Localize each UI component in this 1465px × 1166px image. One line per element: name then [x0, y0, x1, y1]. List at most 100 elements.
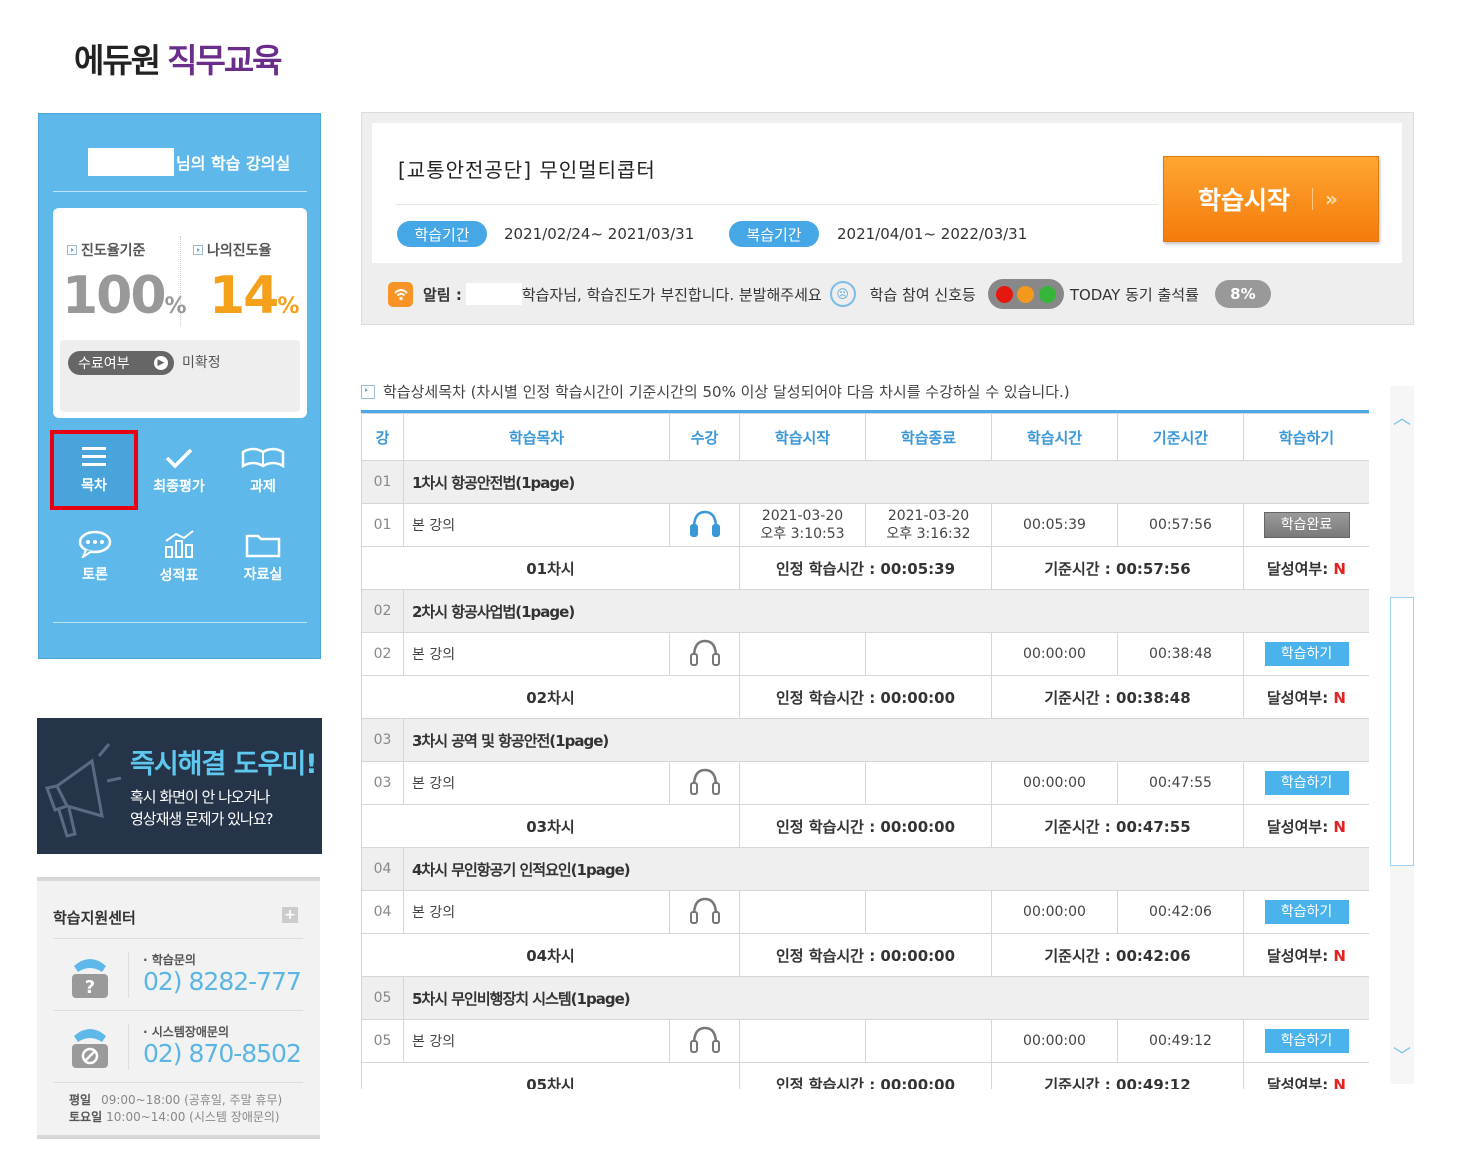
action-cell: 학습하기: [1243, 632, 1369, 676]
headphone-icon: [689, 1026, 720, 1053]
summary-label: 04차시: [361, 933, 740, 977]
menu-discussion-button[interactable]: 토론: [52, 522, 138, 592]
summary-row: 02차시 인정 학습시간 : 00:00:00 기준시간 : 00:38:48 달성여…: [361, 675, 1369, 719]
check-icon: [165, 448, 193, 469]
std-progress-label-wrap: 진도율기준: [67, 240, 145, 260]
achievement-status: 달성여부: N: [1243, 1062, 1369, 1089]
end-time-cell: [865, 1019, 992, 1063]
study-button[interactable]: 학습하기: [1264, 771, 1349, 795]
megaphone-icon: [44, 743, 122, 838]
banner-title: 즉시해결 도우미!: [130, 749, 318, 780]
detail-section-title: 학습상세목차 (차시별 인정 학습시간이 기준시간의 50% 이상 달성되어야 …: [361, 381, 1070, 402]
start-time-cell: [739, 890, 866, 934]
chart-icon: [165, 530, 194, 558]
study-time-cell: 00:00:00: [991, 761, 1118, 805]
menu-toc-button[interactable]: 목차: [50, 430, 138, 510]
end-time-cell: [865, 632, 992, 676]
menu-final-exam-label: 최종평가: [153, 479, 205, 495]
completion-status-button[interactable]: 수료여부 ▶: [68, 351, 174, 375]
start-learning-button[interactable]: 학습시작 »: [1163, 156, 1379, 242]
end-time-cell: [865, 761, 992, 805]
section-name: 5차시 무인비행장치 시스템(1page): [403, 976, 1369, 1020]
divider: [53, 1082, 303, 1083]
chevron-up-icon[interactable]: ︿: [1393, 404, 1411, 429]
lecture-row: 05 본 강의 00:00:00 00:49:12 학습하기: [361, 1019, 1369, 1063]
section-row: 05 5차시 무인비행장치 시스템(1page): [361, 976, 1369, 1020]
study-button[interactable]: 학습하기: [1264, 900, 1349, 924]
list-icon: [82, 447, 106, 466]
study-button[interactable]: 학습하기: [1264, 642, 1349, 666]
plus-icon[interactable]: +: [282, 907, 298, 923]
end-time-cell: [865, 890, 992, 934]
sad-face-icon: ☹: [829, 281, 856, 307]
wifi-icon: [388, 281, 413, 307]
menu-library-button[interactable]: 자료실: [220, 522, 306, 592]
section-row: 04 4차시 무인항공기 인적요인(1page): [361, 847, 1369, 891]
masked-user-name: [465, 283, 522, 305]
section-name: 1차시 항공안전법(1page): [403, 460, 1369, 504]
action-cell: 학습하기: [1243, 890, 1369, 934]
divider: [1312, 188, 1314, 210]
chevron-down-icon[interactable]: ﹀: [1393, 1042, 1411, 1067]
lesson-table: 강 학습목차 수강 학습시작 학습종료 학습시간 기준시간 학습하기 01 1차시…: [361, 413, 1369, 1089]
headphone-icon: [689, 510, 720, 537]
study-complete-button[interactable]: 학습완료: [1263, 512, 1350, 538]
user-classroom-title: 님의 학습 강의실: [88, 147, 308, 177]
col-header: 기준시간: [1117, 413, 1244, 461]
my-progress-label: 나의진도율: [207, 243, 272, 259]
summary-label: 03차시: [361, 804, 740, 848]
folder-icon: [245, 534, 281, 558]
chat-icon: [78, 530, 112, 558]
my-progress-label-wrap: 나의진도율: [193, 240, 271, 260]
lecture-name: 본 강의: [403, 632, 670, 676]
study-time-cell: 00:05:39: [991, 503, 1118, 547]
completion-value: 미확정: [182, 355, 221, 371]
base-time-cell: 00:49:12: [1117, 1019, 1244, 1063]
study-button[interactable]: 학습하기: [1264, 1029, 1349, 1053]
arrow-right-icon: ▶: [154, 356, 168, 370]
menu-final-exam-button[interactable]: 최종평가: [136, 436, 222, 506]
review-period-value: 2021/04/01~ 2022/03/31: [837, 225, 1028, 243]
green-light-icon: [1038, 285, 1056, 303]
section-name: 4차시 무인항공기 인적요인(1page): [403, 847, 1369, 891]
section-number: 03: [361, 718, 404, 762]
lecture-number: 02: [361, 632, 404, 676]
study-period-value: 2021/02/24~ 2021/03/31: [504, 225, 695, 243]
summary-row: 04차시 인정 학습시간 : 00:00:00 기준시간 : 00:42:06 달성여…: [361, 933, 1369, 977]
scrollbar-thumb[interactable]: [1390, 597, 1414, 866]
headphone-icon: [689, 639, 720, 666]
lecture-name: 본 강의: [403, 890, 670, 934]
today-attendance-value: 8%: [1214, 280, 1271, 308]
double-chevron-right-icon: »: [1325, 187, 1338, 211]
divider: [53, 191, 307, 192]
book-icon: [241, 447, 285, 469]
detail-title-text: 학습상세목차 (차시별 인정 학습시간이 기준시간의 50% 이상 달성되어야 …: [383, 383, 1070, 401]
phone-question-icon: ?: [72, 959, 108, 998]
summary-row: 05차시 인정 학습시간 : 00:00:00 기준시간 : 00:49:12 달성여…: [361, 1062, 1369, 1089]
site-logo[interactable]: 에듀원 직무교육: [74, 34, 283, 82]
summary-label: 01차시: [361, 546, 740, 590]
listen-cell[interactable]: [669, 1019, 740, 1063]
menu-report-card-button[interactable]: 성적표: [136, 522, 222, 592]
lecture-row: 03 본 강의 00:00:00 00:47:55 학습하기: [361, 761, 1369, 805]
table-header-row: 강 학습목차 수강 학습시작 학습종료 학습시간 기준시간 학습하기: [361, 413, 1369, 461]
summary-row: 01차시 인정 학습시간 : 00:05:39 기준시간 : 00:57:56 달성여…: [361, 546, 1369, 590]
menu-assignment-button[interactable]: 과제: [220, 436, 306, 506]
start-time-cell: [739, 1019, 866, 1063]
achievement-status: 달성여부: N: [1243, 675, 1369, 719]
completion-label: 수료여부: [78, 356, 130, 372]
start-learning-label: 학습시작: [1198, 186, 1291, 215]
base-time-cell: 00:42:06: [1117, 890, 1244, 934]
summary-row: 03차시 인정 학습시간 : 00:00:00 기준시간 : 00:47:55 달성여…: [361, 804, 1369, 848]
listen-cell[interactable]: [669, 632, 740, 676]
listen-cell[interactable]: [669, 761, 740, 805]
bullet-icon: [193, 245, 203, 255]
section-number: 01: [361, 460, 404, 504]
listen-cell[interactable]: [669, 890, 740, 934]
saturday-hours: 토요일 10:00~14:00 (시스템 장애문의): [69, 1110, 280, 1124]
col-header: 학습시작: [739, 413, 866, 461]
inquiry-phone: 02) 8282-777: [143, 967, 302, 996]
phone-blocked-icon: [72, 1029, 108, 1068]
lecture-number: 05: [361, 1019, 404, 1063]
listen-cell[interactable]: [669, 503, 740, 547]
